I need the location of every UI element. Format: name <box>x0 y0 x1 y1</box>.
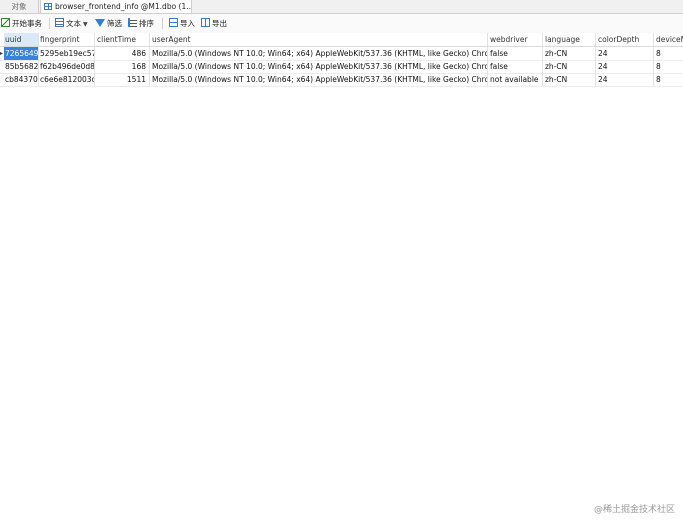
export-label: 导出 <box>212 19 227 28</box>
grid-header: uuid fingerprint clientTime userAgent we… <box>0 33 683 47</box>
filter-icon <box>95 19 105 27</box>
cell-useragent[interactable]: Mozilla/5.0 (Windows NT 10.0; Win64; x64… <box>150 60 488 73</box>
column-header-useragent[interactable]: userAgent <box>150 33 488 46</box>
import-icon <box>169 18 178 27</box>
import-label: 导入 <box>180 19 195 28</box>
column-header-language[interactable]: language <box>543 33 596 46</box>
column-header-uuid[interactable]: uuid <box>4 33 39 46</box>
cell-fingerprint[interactable]: c6e6e812003d3 <box>39 73 95 86</box>
table-row[interactable]: cb84370 c6e6e812003d3 1511 Mozilla/5.0 (… <box>0 73 683 87</box>
column-header-fingerprint[interactable]: fingerprint <box>39 33 95 46</box>
cell-useragent[interactable]: Mozilla/5.0 (Windows NT 10.0; Win64; x64… <box>150 47 488 60</box>
cell-fingerprint[interactable]: f62b496de0d89 <box>39 60 95 73</box>
text-label: 文本 <box>66 19 81 28</box>
column-header-webdriver[interactable]: webdriver <box>488 33 543 46</box>
tab-bar: 对象 browser_frontend_info @M1.dbo (1... <box>0 0 683 14</box>
chevron-down-icon[interactable]: ▼ <box>83 18 88 31</box>
cell-language[interactable]: zh-CN <box>543 47 596 60</box>
text-icon <box>55 18 64 27</box>
filter-button[interactable]: 筛选 <box>95 17 122 30</box>
toolbar-divider <box>49 18 50 29</box>
column-header-clienttime[interactable]: clientTime <box>95 33 150 46</box>
cell-uuid[interactable]: 72656491 <box>4 47 39 60</box>
tab-table-label: browser_frontend_info @M1.dbo (1... <box>55 2 192 11</box>
cell-colordepth[interactable]: 24 <box>596 60 654 73</box>
cell-webdriver[interactable]: false <box>488 47 543 60</box>
import-button[interactable]: 导入 <box>169 17 195 30</box>
cell-devicememory[interactable]: 8 <box>654 47 683 60</box>
cell-uuid[interactable]: cb84370 <box>4 73 39 86</box>
begin-transaction-icon <box>1 18 10 27</box>
cell-devicememory[interactable]: 8 <box>654 73 683 86</box>
cell-language[interactable]: zh-CN <box>543 60 596 73</box>
cell-uuid[interactable]: 85b56821 <box>4 60 39 73</box>
text-button[interactable]: 文本 ▼ <box>55 17 88 30</box>
begin-transaction-label: 开始事务 <box>12 19 42 28</box>
cell-fingerprint[interactable]: 5295eb19ec578 <box>39 47 95 60</box>
column-header-devicememory[interactable]: deviceM <box>654 33 683 46</box>
cell-language[interactable]: zh-CN <box>543 73 596 86</box>
tab-table[interactable]: browser_frontend_info @M1.dbo (1... <box>40 0 192 13</box>
cell-webdriver[interactable]: false <box>488 60 543 73</box>
column-header-colordepth[interactable]: colorDepth <box>596 33 654 46</box>
cell-colordepth[interactable]: 24 <box>596 73 654 86</box>
sort-label: 排序 <box>139 19 154 28</box>
sort-button[interactable]: 排序 <box>128 17 154 30</box>
table-row[interactable]: 85b56821 f62b496de0d89 168 Mozilla/5.0 (… <box>0 60 683 74</box>
watermark: @稀土掘金技术社区 <box>593 505 675 515</box>
export-button[interactable]: 导出 <box>201 17 227 30</box>
table-row[interactable]: ▸ 72656491 5295eb19ec578 486 Mozilla/5.0… <box>0 47 683 61</box>
cell-clienttime[interactable]: 486 <box>95 47 150 60</box>
tab-objects[interactable]: 对象 <box>0 0 39 13</box>
cell-clienttime[interactable]: 1511 <box>95 73 150 86</box>
sort-icon <box>128 18 137 27</box>
filter-label: 筛选 <box>107 19 122 28</box>
cell-clienttime[interactable]: 168 <box>95 60 150 73</box>
cell-colordepth[interactable]: 24 <box>596 47 654 60</box>
cell-webdriver[interactable]: not available <box>488 73 543 86</box>
cell-useragent[interactable]: Mozilla/5.0 (Windows NT 10.0; Win64; x64… <box>150 73 488 86</box>
toolbar-divider <box>162 18 163 29</box>
toolbar: 开始事务 文本 ▼ 筛选 排序 导入 导出 <box>0 14 683 34</box>
export-icon <box>201 18 210 27</box>
begin-transaction-button[interactable]: 开始事务 <box>1 17 42 30</box>
table-icon <box>44 3 52 10</box>
cell-devicememory[interactable]: 8 <box>654 60 683 73</box>
